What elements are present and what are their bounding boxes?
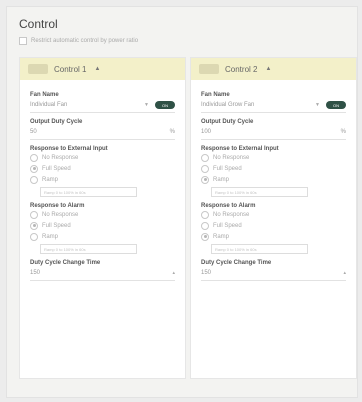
radio-label: Ramp [213,233,230,240]
alarm-option-full-speed[interactable]: Full Speed [30,220,175,231]
output-duty-value: 100 [201,129,212,135]
radio-button[interactable] [30,210,38,219]
fan-toggle[interactable]: ON [326,101,346,109]
external-option-no-response[interactable]: No Response [201,152,346,163]
alarm-ramp-input[interactable]: Ramp 0 to 100% in 60s [40,244,137,254]
restrict-label: Restrict automatic control by power rati… [31,38,139,44]
radio-button[interactable] [30,221,38,230]
output-duty-input[interactable]: 50 % [30,125,175,140]
change-time-value: 150 [201,270,212,276]
control-tag [28,64,48,74]
chevron-down-icon[interactable]: ▼ [144,102,149,108]
radio-button[interactable] [201,153,209,162]
radio-label: Full Speed [42,165,71,172]
fan-name-value: Individual Fan [30,102,68,108]
chevron-down-icon[interactable]: ▼ [315,102,320,108]
restrict-option[interactable]: Restrict automatic control by power rati… [19,37,138,45]
change-time-input[interactable]: 150 ▴ [30,266,175,281]
radio-label: Full Speed [213,165,242,172]
control-column-1: Control 1 ▲ Fan Name Individual Fan ▼ ON… [19,57,186,379]
change-time-value: 150 [30,270,41,276]
radio-label: Ramp [213,176,230,183]
radio-button[interactable] [201,164,209,173]
radio-label: Full Speed [213,222,242,229]
percent-unit: % [169,129,175,135]
radio-label: No Response [213,211,250,218]
alarm-option-ramp[interactable]: Ramp [201,231,346,242]
output-duty-value: 50 [30,129,37,135]
spinner-icon[interactable]: ▴ [172,270,175,276]
radio-button[interactable] [30,153,38,162]
radio-button[interactable] [201,221,209,230]
control-header-1[interactable]: Control 1 ▲ [20,58,185,80]
control-header-2[interactable]: Control 2 ▲ [191,58,356,80]
radio-button[interactable] [30,175,38,184]
caret-up-icon[interactable]: ▲ [265,66,271,72]
alarm-option-full-speed[interactable]: Full Speed [201,220,346,231]
caret-up-icon[interactable]: ▲ [94,66,100,72]
radio-label: Ramp [42,233,59,240]
radio-button[interactable] [30,232,38,241]
external-option-ramp[interactable]: Ramp [201,174,346,185]
external-ramp-input[interactable]: Ramp 0 to 100% in 60s [211,187,308,197]
external-option-full-speed[interactable]: Full Speed [30,163,175,174]
alarm-option-ramp[interactable]: Ramp [30,231,175,242]
control-panel: Control Restrict automatic control by po… [6,6,358,398]
page-title: Control [19,17,58,31]
fan-name-select[interactable]: Individual Fan ▼ ON [30,98,175,113]
radio-button[interactable] [30,164,38,173]
external-option-full-speed[interactable]: Full Speed [201,163,346,174]
radio-label: No Response [213,154,250,161]
external-option-ramp[interactable]: Ramp [30,174,175,185]
restrict-checkbox[interactable] [19,37,27,45]
external-ramp-input[interactable]: Ramp 0 to 100% in 60s [40,187,137,197]
radio-button[interactable] [201,232,209,241]
radio-label: No Response [42,211,79,218]
percent-unit: % [340,129,346,135]
alarm-option-no-response[interactable]: No Response [30,209,175,220]
alarm-option-no-response[interactable]: No Response [201,209,346,220]
radio-label: Full Speed [42,222,71,229]
fan-name-select[interactable]: Individual Grow Fan ▼ ON [201,98,346,113]
radio-button[interactable] [201,210,209,219]
change-time-input[interactable]: 150 ▴ [201,266,346,281]
radio-button[interactable] [201,175,209,184]
fan-toggle[interactable]: ON [155,101,175,109]
fan-name-value: Individual Grow Fan [201,102,255,108]
control-name: Control 1 [54,64,87,74]
control-tag [199,64,219,74]
external-option-no-response[interactable]: No Response [30,152,175,163]
output-duty-input[interactable]: 100 % [201,125,346,140]
control-column-2: Control 2 ▲ Fan Name Individual Grow Fan… [190,57,357,379]
alarm-ramp-input[interactable]: Ramp 0 to 100% in 60s [211,244,308,254]
radio-label: Ramp [42,176,59,183]
radio-label: No Response [42,154,79,161]
spinner-icon[interactable]: ▴ [343,270,346,276]
control-name: Control 2 [225,64,258,74]
